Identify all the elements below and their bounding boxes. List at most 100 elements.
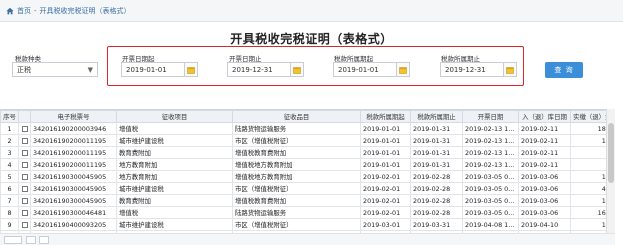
treasury-date: 2019-02-11 [518,134,571,147]
levy-category: 市区（增值税附征） [232,218,361,231]
levy-item: 地方教育附加 [116,158,233,171]
row-index: 5 [0,170,19,183]
row-select[interactable] [18,122,31,135]
levy-item: 地方教育附加 [116,170,233,183]
prev-page-button[interactable] [39,235,49,244]
row-select[interactable] [18,206,31,219]
calendar-icon[interactable] [290,62,304,77]
period-end: 2019-01-31 [410,158,463,171]
table-row[interactable]: 5 342016190300045905 地方教育附加 增值税地方教育附加 2019-0… [0,170,606,183]
header-amount[interactable]: 实缴（退）金额 [570,110,606,123]
period-start-input[interactable]: 2019-01-01 [333,62,397,77]
pagination-bar [0,233,615,245]
issue-date: 2019-03-05 0... [462,170,519,183]
header-period-start[interactable]: 税款所属期起 [360,110,411,123]
treasury-date: 2019-03-06 [518,206,571,219]
period-end-input[interactable]: 2019-12-31 [440,62,504,77]
issue-date: 2019-02-13 1... [462,134,519,147]
header-levy-category[interactable]: 征收品目 [232,110,361,123]
row-select[interactable] [18,218,31,231]
ticket-no: 342016190300045905 [30,170,117,183]
breadcrumb-current: 开具税收完税证明（表格式） [39,6,131,15]
table-row[interactable]: 6 342016190300045905 城市维护建设税 市区（增值税附征） 2019-… [0,182,606,195]
levy-category: 市区（增值税附征） [232,182,361,195]
row-index: 1 [0,122,19,135]
ticket-no: 342016190400093205 [30,218,117,231]
period-start: 2019-01-01 [360,158,411,171]
period-end: 2019-02-28 [410,206,463,219]
row-checkbox[interactable] [21,161,28,168]
amount: 1144 [570,170,606,183]
treasury-date: 2019-03-06 [518,194,571,207]
breadcrumb: 首页 - 开具税收完税证明（表格式） [0,0,623,22]
chevron-down-icon: ▼ [87,66,93,74]
header-period-end[interactable]: 税款所属期止 [410,110,463,123]
row-checkbox[interactable] [21,197,28,204]
row-select[interactable] [18,158,31,171]
row-checkbox[interactable] [21,221,28,228]
ticket-no: 342016190300045905 [30,182,117,195]
levy-item: 城市维护建设税 [116,182,233,195]
amount: 1716 [570,194,606,207]
row-select[interactable] [18,194,31,207]
period-start: 2019-03-01 [360,218,411,231]
first-page-button[interactable] [26,235,36,244]
row-checkbox[interactable] [21,149,28,156]
levy-category: 陆路货物运输服务 [232,122,361,135]
issue-date: 2019-02-13 1... [462,146,519,159]
levy-category: 增值税地方教育附加 [232,158,361,171]
issue-end-input[interactable]: 2019-12-31 [227,62,291,77]
row-select[interactable] [18,170,31,183]
row-select[interactable] [18,134,31,147]
calendar-icon[interactable] [503,62,517,77]
query-button[interactable]: 查 询 [545,62,583,78]
header-ticket-no[interactable]: 电子税票号 [30,110,117,123]
row-checkbox[interactable] [21,125,28,132]
row-checkbox[interactable] [21,137,28,144]
table-row[interactable]: 4 342016190200011195 地方教育附加 增值税地方教育附加 2019-0… [0,158,606,171]
ticket-no: 342016190200011195 [30,158,117,171]
issue-date: 2019-04-08 1... [462,218,519,231]
tax-type-select[interactable]: 正税 ▼ [12,62,98,77]
ticket-no: 342016190300046481 [30,206,117,219]
levy-item: 教育费附加 [116,146,233,159]
issue-start-input[interactable]: 2019-01-01 [121,62,185,77]
row-select[interactable] [18,146,31,159]
row-index: 9 [0,218,19,231]
issue-date: 2019-02-13 1... [462,122,519,135]
calendar-icon[interactable] [184,62,198,77]
header-treasury-date[interactable]: 入（退）库日期 [518,110,571,123]
period-end: 2019-02-28 [410,194,463,207]
table-row[interactable]: 1 342016190200003946 增值税 陆路货物运输服务 2019-01-01… [0,122,606,135]
period-end: 2019-01-31 [410,134,463,147]
levy-item: 城市维护建设税 [116,218,233,231]
vertical-scrollbar[interactable] [606,109,615,233]
issue-date: 2019-03-05 0... [462,194,519,207]
treasury-date: 2019-04-10 [518,218,571,231]
amount: 1280 [570,134,606,147]
table-row[interactable]: 8 342016190300046481 增值税 陆路货物运输服务 2019-02-01… [0,206,606,219]
table-row[interactable]: 2 342016190200011195 城市维护建设税 市区（增值税附征） 2019-… [0,134,606,147]
row-checkbox[interactable] [21,209,28,216]
page-size-select[interactable] [4,235,22,244]
period-end: 2019-01-31 [410,122,463,135]
breadcrumb-separator: - [34,6,37,15]
header-levy-item[interactable]: 征收项目 [116,110,233,123]
row-index: 8 [0,206,19,219]
ticket-no: 342016190200003946 [30,122,117,135]
home-icon[interactable] [6,7,14,15]
row-select[interactable] [18,182,31,195]
header-issue-date[interactable]: 开票日期 [462,110,519,123]
period-end: 2019-01-31 [410,146,463,159]
calendar-icon[interactable] [396,62,410,77]
table-row[interactable]: 7 342016190300045905 教育费附加 增值税教育费附加 2019-02-… [0,194,606,207]
period-start: 2019-01-01 [360,146,411,159]
row-checkbox[interactable] [21,173,28,180]
row-checkbox[interactable] [21,185,28,192]
table-row[interactable]: 3 342016190200011195 教育费附加 增值税教育费附加 2019-01-… [0,146,606,159]
breadcrumb-home-link[interactable]: 首页 [17,6,31,16]
scrollbar-thumb[interactable] [608,123,614,183]
table-row[interactable]: 9 342016190400093205 城市维护建设税 市区（增值税附征） 2019-… [0,218,606,231]
levy-category: 增值税教育费附加 [232,194,361,207]
issue-date: 2019-03-05 0... [462,182,519,195]
